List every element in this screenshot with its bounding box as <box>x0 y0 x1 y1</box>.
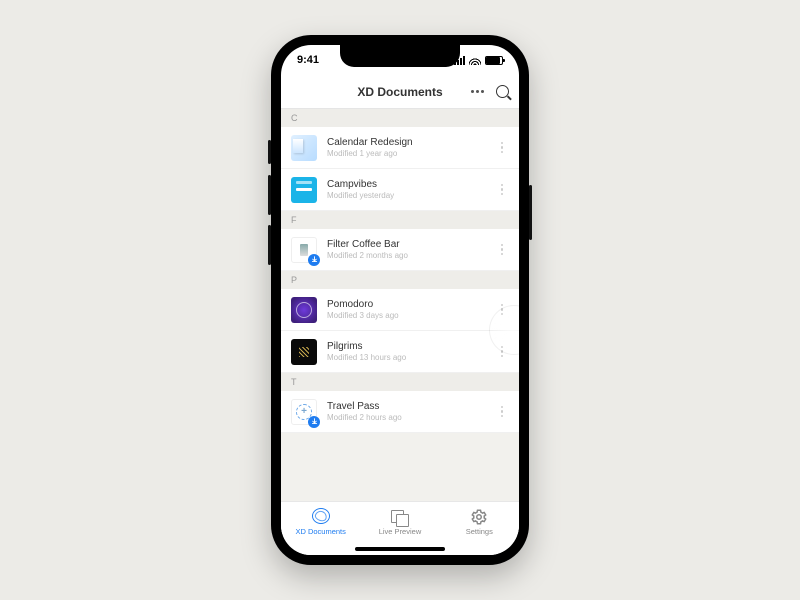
item-subtitle: Modified 2 months ago <box>327 251 485 260</box>
home-indicator[interactable] <box>355 547 445 551</box>
phone-frame: 9:41 XD Documents C Ca <box>271 35 529 565</box>
more-icon[interactable] <box>471 90 484 93</box>
section-header: F <box>281 211 519 229</box>
item-subtitle: Modified 3 days ago <box>327 311 485 320</box>
more-icon[interactable] <box>495 136 510 160</box>
download-badge-icon <box>308 254 320 266</box>
battery-icon <box>485 56 503 65</box>
phone-screen: 9:41 XD Documents C Ca <box>281 45 519 555</box>
tab-settings[interactable]: Settings <box>444 508 514 536</box>
item-subtitle: Modified 2 hours ago <box>327 413 485 422</box>
list-item[interactable]: Pomodoro Modified 3 days ago <box>281 289 519 331</box>
thumbnail-icon <box>291 297 317 323</box>
thumbnail-icon <box>291 339 317 365</box>
item-title: Campvibes <box>327 179 485 190</box>
section-header: T <box>281 373 519 391</box>
gear-icon <box>470 508 488 524</box>
thumbnail-icon <box>291 237 317 263</box>
download-badge-icon <box>308 416 320 428</box>
notch <box>340 45 460 67</box>
section-header: C <box>281 109 519 127</box>
more-icon[interactable] <box>495 238 510 262</box>
thumbnail-icon <box>291 135 317 161</box>
item-title: Travel Pass <box>327 401 485 412</box>
list-filler <box>281 433 519 503</box>
item-title: Pilgrims <box>327 341 485 352</box>
more-icon[interactable] <box>495 400 510 424</box>
live-preview-icon <box>391 508 409 524</box>
documents-icon <box>312 508 330 524</box>
tab-live-preview[interactable]: Live Preview <box>365 508 435 536</box>
item-title: Filter Coffee Bar <box>327 239 485 250</box>
list-item[interactable]: Filter Coffee Bar Modified 2 months ago <box>281 229 519 271</box>
item-title: Calendar Redesign <box>327 137 485 148</box>
section-header: P <box>281 271 519 289</box>
item-subtitle: Modified 1 year ago <box>327 149 485 158</box>
item-subtitle: Modified 13 hours ago <box>327 353 485 362</box>
list-item[interactable]: Travel Pass Modified 2 hours ago <box>281 391 519 433</box>
list-item[interactable]: Pilgrims Modified 13 hours ago <box>281 331 519 373</box>
thumbnail-icon <box>291 177 317 203</box>
list-item[interactable]: Calendar Redesign Modified 1 year ago <box>281 127 519 169</box>
page-title: XD Documents <box>357 85 442 99</box>
tab-documents[interactable]: XD Documents <box>286 508 356 536</box>
list-item[interactable]: Campvibes Modified yesterday <box>281 169 519 211</box>
item-subtitle: Modified yesterday <box>327 191 485 200</box>
item-title: Pomodoro <box>327 299 485 310</box>
status-time: 9:41 <box>297 54 319 66</box>
app-header: XD Documents <box>281 75 519 109</box>
more-icon[interactable] <box>495 178 510 202</box>
wifi-icon <box>469 56 481 65</box>
thumbnail-icon <box>291 399 317 425</box>
document-list: C Calendar Redesign Modified 1 year ago … <box>281 109 519 555</box>
search-icon[interactable] <box>496 85 509 98</box>
